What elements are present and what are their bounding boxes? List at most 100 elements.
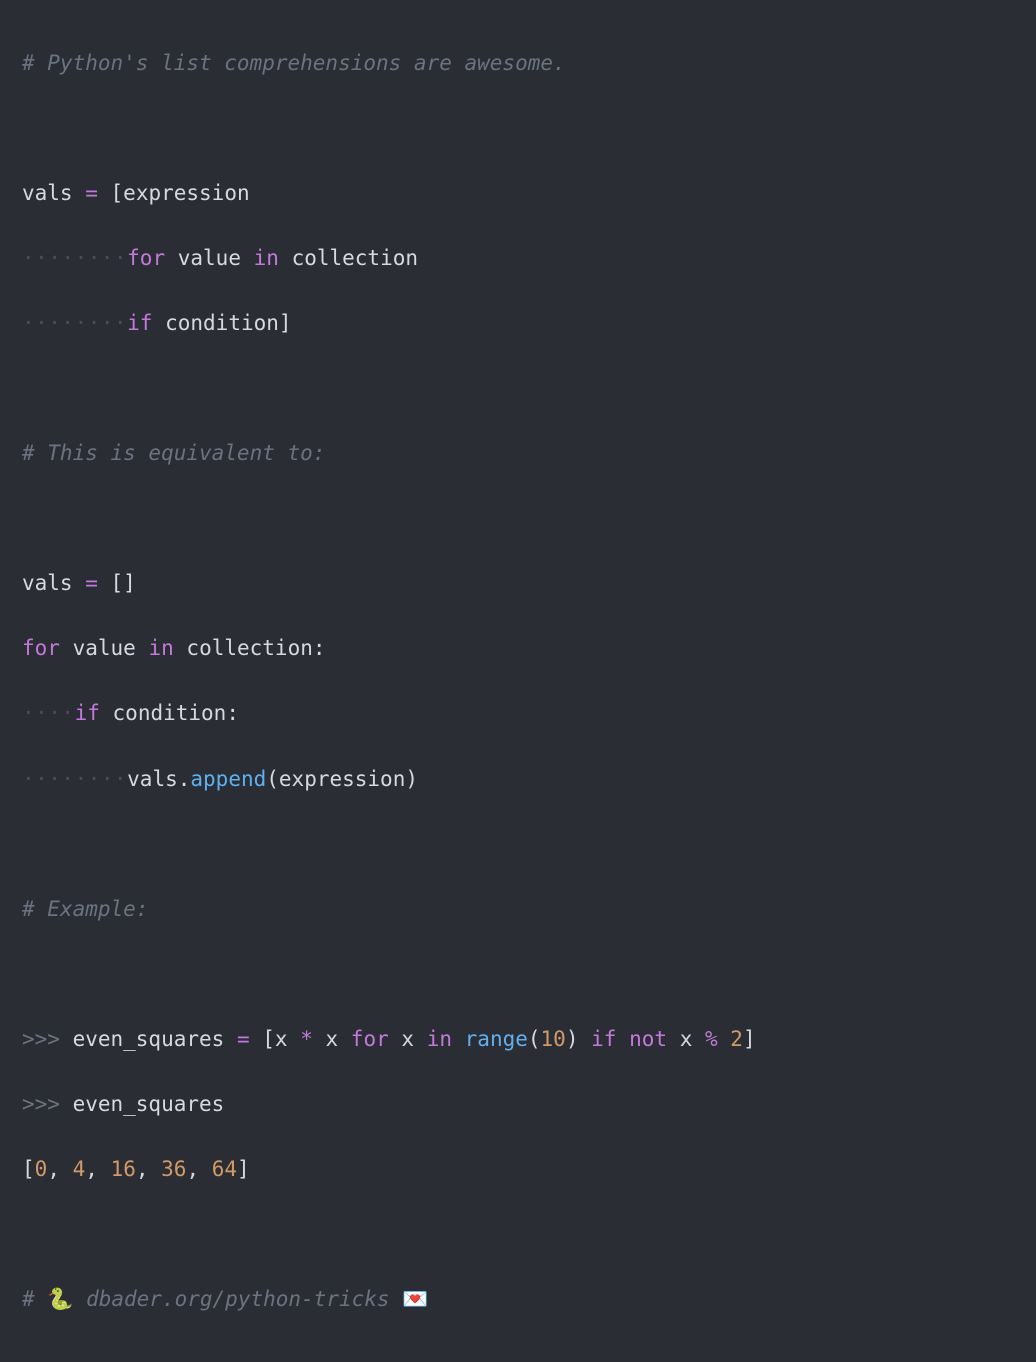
comment-text: # Python's list comprehensions are aweso… (22, 51, 566, 75)
method-append: append (190, 767, 266, 791)
space (338, 1027, 351, 1051)
colon: : (313, 636, 326, 660)
bracket-close: ] (279, 311, 292, 335)
keyword-for: for (351, 1027, 389, 1051)
whitespace-dots: ········ (22, 246, 127, 270)
identifier: x (401, 1027, 414, 1051)
dot: . (178, 767, 191, 791)
code-line: [0, 4, 16, 36, 64] (22, 1153, 1014, 1186)
space (578, 1027, 591, 1051)
identifier: x (275, 1027, 288, 1051)
code-line: # Example: (22, 893, 1014, 926)
identifier: x (680, 1027, 693, 1051)
identifier: expression (123, 181, 249, 205)
result-number: 0 (35, 1157, 48, 1181)
space (174, 636, 187, 660)
operator-mod: % (692, 1027, 730, 1051)
space (414, 1027, 427, 1051)
number-literal: 10 (541, 1027, 566, 1051)
comment-text: # This is equivalent to: (22, 441, 325, 465)
space (389, 1027, 402, 1051)
identifier: even_squares (73, 1027, 225, 1051)
comment-hash: # (22, 1287, 47, 1311)
colon: : (226, 701, 239, 725)
result-number: 4 (73, 1157, 86, 1181)
bracket-open: [ (111, 181, 124, 205)
heart-icon: 💌 (402, 1287, 428, 1311)
identifier: value (73, 636, 136, 660)
keyword-in: in (427, 1027, 452, 1051)
code-line: # 🐍 dbader.org/python-tricks 💌 (22, 1283, 1014, 1316)
space (165, 246, 178, 270)
keyword-if: if (127, 311, 152, 335)
comma: , (85, 1157, 110, 1181)
identifier: condition (113, 701, 227, 725)
paren-open: ( (528, 1027, 541, 1051)
code-line: vals = [] (22, 567, 1014, 600)
bracket-open: [ (262, 1027, 275, 1051)
comment-footer: # 🐍 dbader.org/python-tricks 💌 (22, 1287, 428, 1311)
space (152, 311, 165, 335)
identifier: x (325, 1027, 338, 1051)
keyword-in: in (148, 636, 173, 660)
space (136, 636, 149, 660)
code-line: # Python's list comprehensions are aweso… (22, 47, 1014, 80)
snake-icon: 🐍 (47, 1287, 73, 1311)
blank-line (22, 502, 1014, 535)
whitespace-dots: ········ (22, 311, 127, 335)
keyword-for: for (127, 246, 165, 270)
code-line: # This is equivalent to: (22, 437, 1014, 470)
code-line: ····if condition: (22, 697, 1014, 730)
operator-assign: = (224, 1027, 262, 1051)
comment-url: dbader.org/python-tricks (73, 1287, 402, 1311)
space (452, 1027, 465, 1051)
code-line: ········vals.append(expression) (22, 763, 1014, 796)
identifier: collection (292, 246, 418, 270)
operator-assign: = (73, 571, 111, 595)
identifier: expression (279, 767, 405, 791)
code-line: >>> even_squares = [x * x for x in range… (22, 1023, 1014, 1056)
whitespace-dots: ···· (22, 701, 75, 725)
comma: , (47, 1157, 72, 1181)
whitespace-dots: ········ (22, 767, 127, 791)
keyword-not: not (629, 1027, 667, 1051)
operator-assign: = (73, 181, 111, 205)
code-line: ········for value in collection (22, 242, 1014, 275)
identifier: condition (165, 311, 279, 335)
paren-close: ) (566, 1027, 579, 1051)
result-number: 16 (111, 1157, 136, 1181)
keyword-for: for (22, 636, 60, 660)
repl-prompt: >>> (22, 1027, 73, 1051)
blank-line (22, 828, 1014, 861)
result-bracket-open: [ (22, 1157, 35, 1181)
comma: , (186, 1157, 211, 1181)
blank-line (22, 958, 1014, 991)
comma: , (136, 1157, 161, 1181)
blank-line (22, 372, 1014, 405)
space (241, 246, 254, 270)
identifier: vals (22, 571, 73, 595)
paren-close: ) (405, 767, 418, 791)
operator-mul: * (288, 1027, 326, 1051)
space (667, 1027, 680, 1051)
code-line: >>> even_squares (22, 1088, 1014, 1121)
empty-list: [] (111, 571, 136, 595)
repl-prompt: >>> (22, 1092, 73, 1116)
keyword-if: if (591, 1027, 616, 1051)
space (100, 701, 113, 725)
blank-line (22, 1218, 1014, 1251)
identifier: vals (22, 181, 73, 205)
result-bracket-close: ] (237, 1157, 250, 1181)
result-number: 36 (161, 1157, 186, 1181)
identifier: value (178, 246, 241, 270)
space (279, 246, 292, 270)
comment-text: # Example: (22, 897, 148, 921)
bracket-close: ] (743, 1027, 756, 1051)
identifier: collection (186, 636, 312, 660)
identifier: even_squares (73, 1092, 225, 1116)
builtin-range: range (465, 1027, 528, 1051)
identifier: vals (127, 767, 178, 791)
code-line: for value in collection: (22, 632, 1014, 665)
paren-open: ( (266, 767, 279, 791)
number-literal: 2 (730, 1027, 743, 1051)
